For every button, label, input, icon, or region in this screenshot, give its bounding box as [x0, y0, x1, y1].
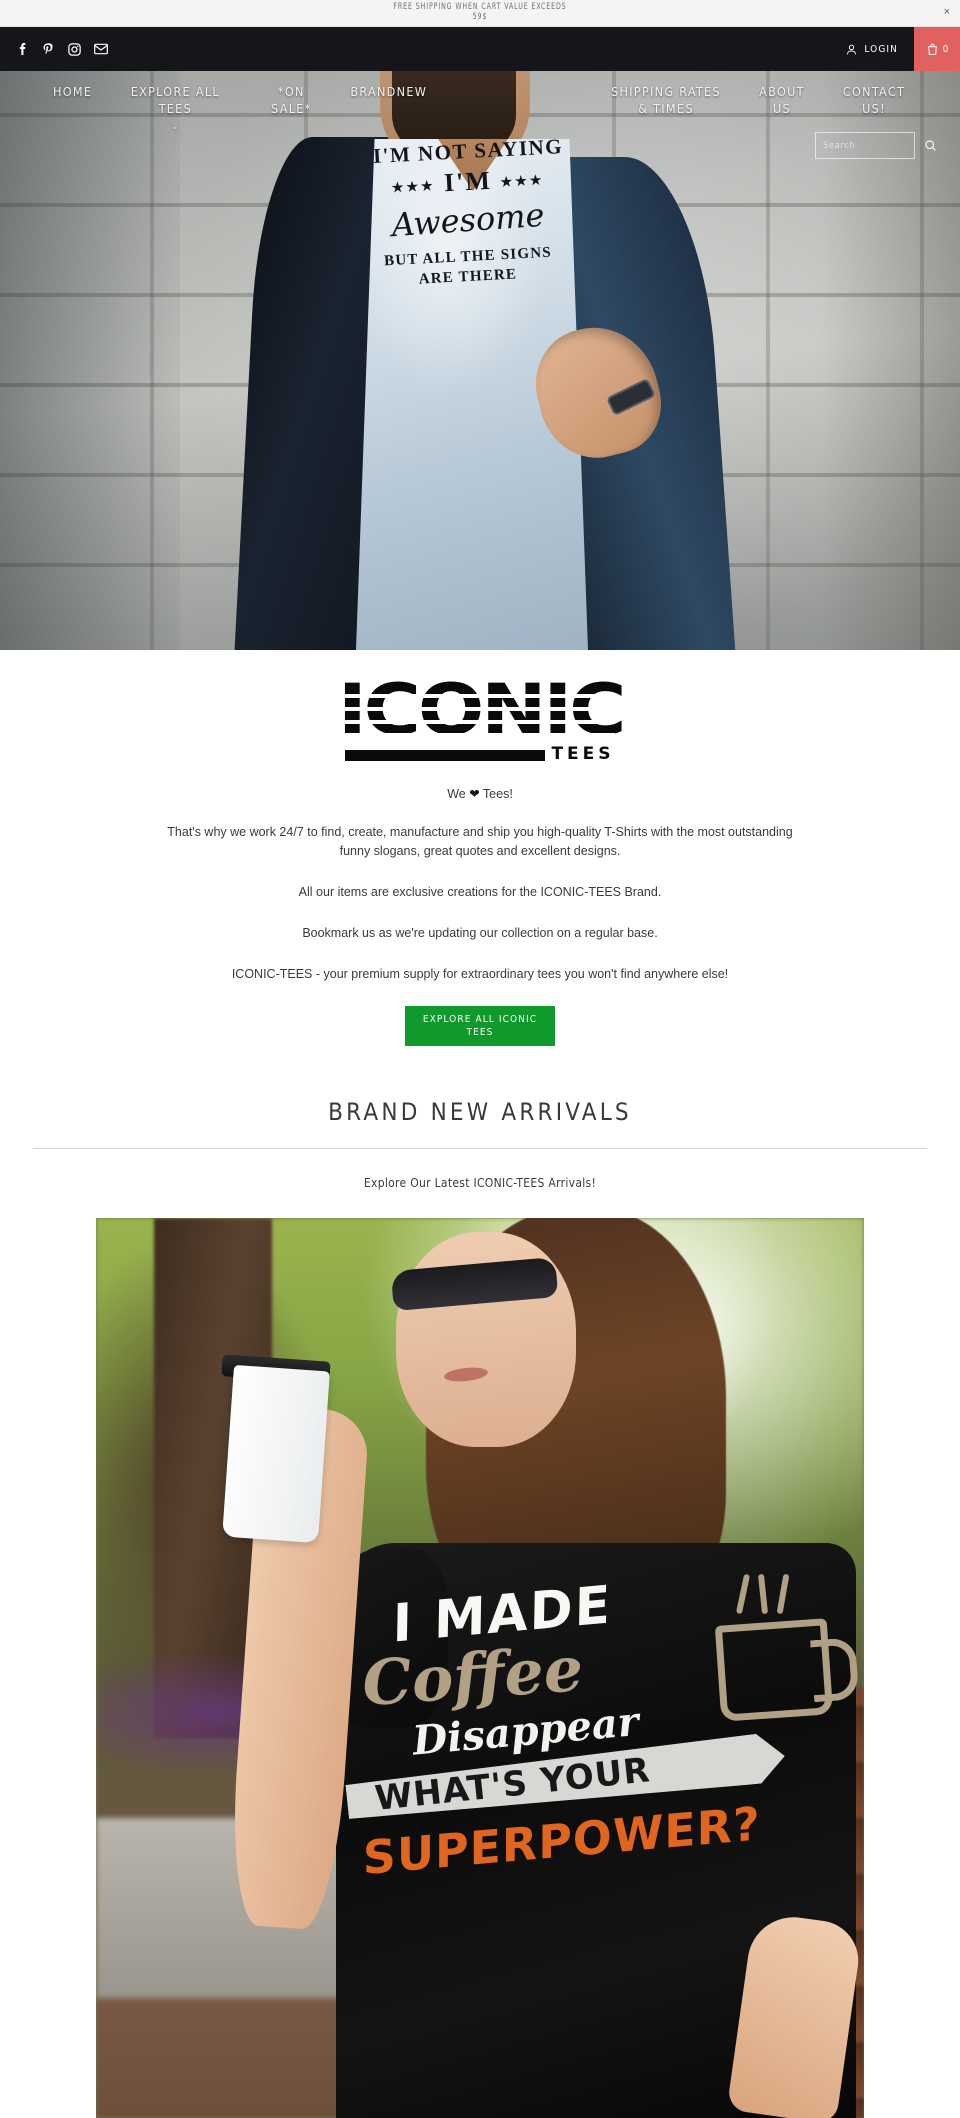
nav-item-contact-us-label: CONTACT US!: [842, 84, 906, 116]
hero-tee-line-2-text: I'M: [443, 165, 493, 198]
user-icon: [847, 44, 857, 54]
nav-item-explore-all-tees[interactable]: EXPLORE ALL TEES ⌄: [105, 83, 245, 136]
steam-icon: [735, 1573, 806, 1618]
main-navigation: HOME EXPLORE ALL TEES ⌄ *ON SALE* BRANDN…: [0, 73, 960, 136]
nav-right-group: SHIPPING RATES & TIMES ABOUT US CONTACT …: [596, 83, 920, 117]
section-subtitle: Explore Our Latest ICONIC-TEES Arrivals!: [363, 1176, 597, 1190]
announcement-bar: FREE SHIPPING WHEN CART VALUE EXCEEDS 59…: [0, 0, 960, 27]
cta-container: EXPLORE ALL ICONIC TEES: [0, 1006, 960, 1046]
search-input[interactable]: [823, 140, 924, 151]
facebook-icon[interactable]: [14, 41, 31, 58]
tagline-before: We: [447, 787, 470, 801]
nav-item-shipping-label: SHIPPING RATES & TIMES: [611, 84, 721, 116]
brand-tagline: We ❤ Tees!: [0, 786, 960, 801]
login-label: LOGIN: [864, 43, 898, 55]
nav-item-about-us-label: ABOUT US: [759, 84, 805, 116]
nav-item-brandnew[interactable]: BRANDNEW: [337, 83, 440, 100]
product-image[interactable]: I MADE Coffee Disappear WHAT'S YOUR SUPE…: [96, 1218, 864, 2118]
utility-bar: LOGIN 0: [0, 27, 960, 71]
explore-all-iconic-tees-button[interactable]: EXPLORE ALL ICONIC TEES: [405, 1006, 555, 1046]
login-button[interactable]: LOGIN: [845, 43, 914, 56]
pinterest-icon[interactable]: [40, 41, 57, 58]
nav-item-on-sale[interactable]: *ON SALE*: [245, 83, 337, 117]
chevron-down-icon: ⌄: [171, 122, 180, 132]
social-links: [0, 41, 109, 58]
coffee-mug-icon: [714, 1618, 834, 1722]
announcement-text: FREE SHIPPING WHEN CART VALUE EXCEEDS 59…: [393, 2, 567, 22]
brand-intro-section: ICONIC TEES We ❤ Tees! That's why we wor…: [0, 650, 960, 1046]
logo-underline-bar: [345, 750, 546, 761]
brand-new-arrivals-section: BRAND NEW ARRIVALS Explore Our Latest IC…: [0, 1098, 960, 2118]
hero-banner: I'M NOT SAYING ★★★ I'M ★★★ Awesome BUT A…: [0, 27, 960, 650]
logo-wordmark: ICONIC: [337, 669, 626, 751]
cart-count: 0: [942, 43, 949, 55]
cart-button[interactable]: 0: [914, 27, 960, 71]
section-divider: [33, 1148, 927, 1149]
hero-tee-stars-right: ★★★: [500, 172, 545, 190]
nav-left-group: HOME EXPLORE ALL TEES ⌄ *ON SALE* BRANDN…: [40, 83, 440, 136]
tagline-after: Tees!: [479, 787, 513, 801]
brand-paragraph-3: Bookmark us as we're updating our collec…: [302, 926, 658, 940]
shopping-bag-icon: [927, 43, 937, 55]
nav-item-shipping-rates-times[interactable]: SHIPPING RATES & TIMES: [596, 83, 736, 117]
nav-item-home-label: HOME: [53, 84, 93, 99]
brand-paragraph-2: All our items are exclusive creations fo…: [298, 885, 662, 899]
hero-tee-stars-left: ★★★: [391, 177, 437, 196]
nav-item-about-us[interactable]: ABOUT US: [736, 83, 828, 117]
nav-item-contact-us[interactable]: CONTACT US!: [828, 83, 920, 117]
close-icon[interactable]: ×: [944, 7, 950, 18]
nav-item-on-sale-label: *ON SALE*: [271, 84, 312, 116]
nav-item-explore-all-tees-label: EXPLORE ALL TEES: [130, 84, 220, 116]
nav-item-brandnew-label: BRANDNEW: [350, 84, 428, 99]
email-icon[interactable]: [92, 41, 109, 58]
brand-paragraph-1: That's why we work 24/7 to find, create,…: [167, 825, 793, 858]
search-icon[interactable]: [924, 139, 937, 152]
site-logo[interactable]: ICONIC TEES: [337, 675, 626, 763]
product-tshirt-artwork: I MADE Coffee Disappear WHAT'S YOUR SUPE…: [346, 1573, 834, 1885]
hero-tshirt-artwork: I'M NOT SAYING ★★★ I'M ★★★ Awesome BUT A…: [248, 134, 688, 288]
page-root: FREE SHIPPING WHEN CART VALUE EXCEEDS 59…: [0, 0, 960, 2118]
section-title: BRAND NEW ARRIVALS: [328, 1098, 632, 1126]
utility-right: LOGIN 0: [845, 27, 960, 71]
brand-paragraph-4: ICONIC-TEES - your premium supply for ex…: [231, 967, 729, 981]
heart-icon: ❤: [469, 787, 480, 801]
instagram-icon[interactable]: [66, 41, 83, 58]
search-box[interactable]: [815, 132, 936, 159]
coffee-cup-icon: [222, 1364, 330, 1544]
nav-item-home[interactable]: HOME: [40, 83, 105, 100]
